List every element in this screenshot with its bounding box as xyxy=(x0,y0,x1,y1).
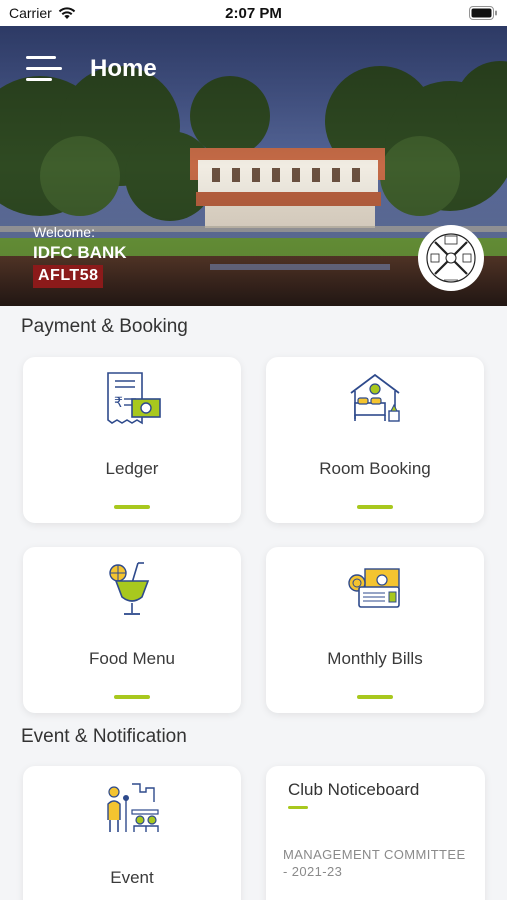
room-booking-card[interactable]: Room Booking xyxy=(266,357,484,523)
status-time: 2:07 PM xyxy=(225,5,282,22)
company-name: IDFC BANK xyxy=(33,243,127,262)
monthly-bills-card[interactable]: Monthly Bills xyxy=(266,547,484,713)
club-noticeboard-card[interactable]: Club Noticeboard MANAGEMENT COMMITTEE - … xyxy=(266,766,485,900)
room-booking-label: Room Booking xyxy=(319,459,431,478)
noticeboard-title: Club Noticeboard xyxy=(288,780,420,799)
ledger-card[interactable]: ₹ Ledger xyxy=(23,357,241,523)
food-menu-icon xyxy=(109,562,150,615)
noticeboard-accent-bar xyxy=(288,806,308,809)
status-bar: Carrier 2:07 PM xyxy=(0,0,507,26)
ledger-label: Ledger xyxy=(105,459,159,478)
club-logo xyxy=(418,225,484,291)
notice-item[interactable]: MANAGEMENT COMMITTEE - 2021-23 xyxy=(283,846,473,880)
room-booking-icon xyxy=(350,373,400,422)
svg-text:₹: ₹ xyxy=(114,395,123,411)
monthly-bills-label: Monthly Bills xyxy=(327,649,423,668)
event-card[interactable]: Event xyxy=(23,766,241,900)
monthly-bills-accent-bar xyxy=(357,695,393,699)
welcome-label: Welcome: xyxy=(33,224,95,240)
hero-banner: Home Welcome: IDFC BANK AFLT58 xyxy=(0,26,507,306)
event-icon xyxy=(107,783,159,832)
ledger-icon: ₹ xyxy=(107,372,161,425)
room-booking-accent-bar xyxy=(357,505,393,509)
battery-icon xyxy=(469,6,497,20)
page-title: Home xyxy=(90,55,157,82)
monthly-bills-icon xyxy=(348,568,400,608)
ledger-accent-bar xyxy=(114,505,150,509)
event-notification-heading: Event & Notification xyxy=(21,726,187,747)
member-code-badge: AFLT58 xyxy=(33,265,104,288)
food-menu-card[interactable]: Food Menu xyxy=(23,547,241,713)
club-crest-icon xyxy=(426,233,476,283)
event-label: Event xyxy=(110,868,154,887)
food-menu-accent-bar xyxy=(114,695,150,699)
hamburger-menu-icon[interactable] xyxy=(26,54,62,84)
food-menu-label: Food Menu xyxy=(89,649,175,668)
payment-booking-heading: Payment & Booking xyxy=(21,316,188,337)
